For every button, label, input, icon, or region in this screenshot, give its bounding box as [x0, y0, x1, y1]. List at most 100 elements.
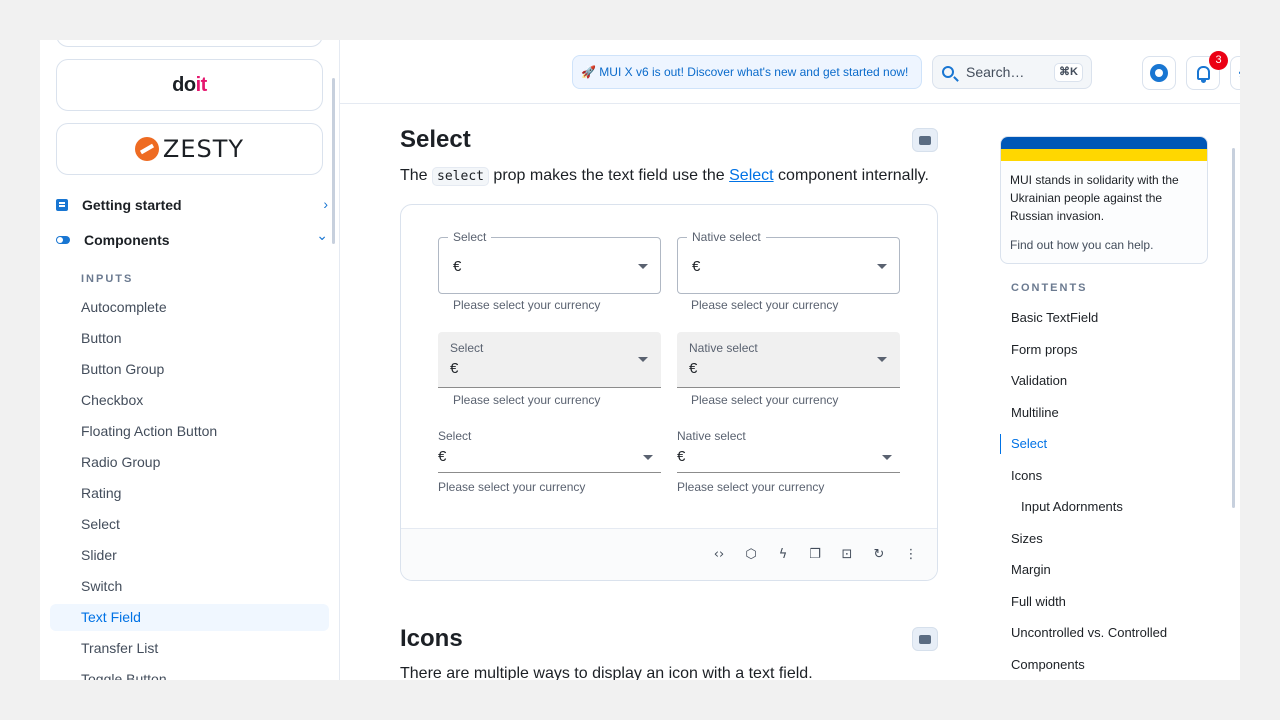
- gear-icon: [1239, 65, 1240, 81]
- helper-text: Please select your currency: [453, 393, 601, 407]
- sidebar-item-transfer-list[interactable]: Transfer List: [50, 635, 329, 662]
- code-select: select: [432, 167, 489, 186]
- table-of-contents: MUI stands in solidarity with the Ukrain…: [1000, 136, 1210, 672]
- sidebar-item-slider[interactable]: Slider: [50, 542, 329, 569]
- ukraine-flag-blue: [1001, 137, 1207, 149]
- field-value: €: [692, 258, 701, 275]
- field-value: €: [677, 448, 686, 465]
- search-icon: [942, 66, 954, 78]
- toc-item-components[interactable]: Components: [1000, 655, 1210, 681]
- toggle-icon: [56, 236, 70, 244]
- select-standard[interactable]: Select €: [438, 429, 661, 473]
- select-outlined[interactable]: Select €: [438, 230, 661, 294]
- sponsor-card-partial[interactable]: [56, 40, 323, 47]
- sidebar-scrollbar[interactable]: [332, 78, 335, 244]
- native-select-filled[interactable]: Native select €: [677, 332, 900, 388]
- helper-text: Please select your currency: [438, 480, 586, 494]
- sidebar: doit ZESTY Getting started › Components …: [40, 40, 340, 680]
- field-value: €: [453, 258, 462, 275]
- toc-item-full-width[interactable]: Full width: [1000, 592, 1210, 624]
- sponsor-doit[interactable]: doit: [56, 59, 323, 111]
- caret-down-icon: [638, 264, 648, 269]
- toc-item-uncontrolled-vs-controlled[interactable]: Uncontrolled vs. Controlled: [1000, 623, 1210, 655]
- toc-item-validation[interactable]: Validation: [1000, 371, 1210, 403]
- copy-icon[interactable]: ❐: [806, 545, 824, 563]
- chevron-down-icon: ⌄: [316, 227, 328, 243]
- sponsor-zesty[interactable]: ZESTY: [56, 123, 323, 175]
- caret-down-icon: [882, 455, 892, 460]
- top-header: 🚀 MUI X v6 is out! Discover what's new a…: [340, 40, 1240, 104]
- nav-section-getting-started[interactable]: Getting started ›: [56, 194, 328, 216]
- sidebar-item-rating[interactable]: Rating: [50, 480, 329, 507]
- select-link[interactable]: Select: [729, 167, 773, 184]
- select-filled[interactable]: Select €: [438, 332, 661, 388]
- toc-item-icons[interactable]: Icons: [1000, 466, 1210, 498]
- feedback-icon: [919, 634, 931, 644]
- bell-icon: [1196, 66, 1210, 83]
- page-scrollbar[interactable]: [1232, 148, 1235, 508]
- reset-icon[interactable]: ↻: [870, 545, 888, 563]
- docs-app: doit ZESTY Getting started › Components …: [40, 40, 1240, 680]
- github-button[interactable]: [1142, 56, 1176, 90]
- notifications-button[interactable]: 3: [1186, 51, 1228, 90]
- code-icon[interactable]: ‹›: [710, 545, 728, 563]
- more-icon[interactable]: ⋮: [902, 545, 920, 563]
- helper-text: Please select your currency: [677, 480, 825, 494]
- native-select-standard[interactable]: Native select €: [677, 429, 900, 473]
- icons-description: There are multiple ways to display an ic…: [400, 665, 813, 680]
- chevron-right-icon: ›: [323, 196, 328, 212]
- ukraine-link[interactable]: Find out how you can help.: [1010, 238, 1153, 252]
- toc-item-input-adornments[interactable]: Input Adornments: [1000, 497, 1210, 529]
- search-button[interactable]: Search… ⌘K: [932, 55, 1092, 89]
- contents-heading: CONTENTS: [1011, 282, 1088, 294]
- section-title-icons: Icons: [400, 625, 463, 652]
- announcement-banner[interactable]: 🚀 MUI X v6 is out! Discover what's new a…: [572, 55, 922, 89]
- nav-section-label: Getting started: [82, 197, 182, 213]
- feedback-button[interactable]: [912, 128, 938, 152]
- field-value: €: [450, 360, 459, 377]
- sidebar-item-radio-group[interactable]: Radio Group: [50, 449, 329, 476]
- toc-item-basic-textfield[interactable]: Basic TextField: [1000, 308, 1210, 340]
- helper-text: Please select your currency: [691, 298, 839, 312]
- helper-text: Please select your currency: [453, 298, 601, 312]
- toc-item-margin[interactable]: Margin: [1000, 560, 1210, 592]
- select-description: The select prop makes the text field use…: [400, 167, 929, 186]
- ukraine-card[interactable]: MUI stands in solidarity with the Ukrain…: [1000, 136, 1208, 264]
- caret-down-icon: [643, 455, 653, 460]
- field-value: €: [438, 448, 447, 465]
- bolt-icon[interactable]: ϟ: [774, 545, 792, 563]
- sidebar-item-text-field[interactable]: Text Field: [50, 604, 329, 631]
- ukraine-message: MUI stands in solidarity with the Ukrain…: [1010, 173, 1179, 223]
- field-label: Select: [450, 341, 484, 355]
- search-shortcut: ⌘K: [1054, 63, 1083, 82]
- sidebar-item-checkbox[interactable]: Checkbox: [50, 387, 329, 414]
- nav-heading-inputs: INPUTS: [81, 273, 134, 285]
- sidebar-item-toggle-button[interactable]: Toggle Button: [50, 666, 329, 680]
- sidebar-item-floating-action-button[interactable]: Floating Action Button: [50, 418, 329, 445]
- toc-item-sizes[interactable]: Sizes: [1000, 529, 1210, 561]
- feedback-button[interactable]: [912, 627, 938, 651]
- sidebar-item-button[interactable]: Button: [50, 325, 329, 352]
- sidebar-item-button-group[interactable]: Button Group: [50, 356, 329, 383]
- caret-down-icon: [638, 357, 648, 362]
- native-select-outlined[interactable]: Native select €: [677, 230, 900, 294]
- toc-item-form-props[interactable]: Form props: [1000, 340, 1210, 372]
- toc-item-select[interactable]: Select: [1000, 434, 1210, 454]
- screenshot-icon[interactable]: ⊡: [838, 545, 856, 563]
- sidebar-item-autocomplete[interactable]: Autocomplete: [50, 294, 329, 321]
- sidebar-item-switch[interactable]: Switch: [50, 573, 329, 600]
- sidebar-item-select[interactable]: Select: [50, 511, 329, 538]
- nav-section-components[interactable]: Components ⌄: [56, 227, 328, 251]
- settings-button[interactable]: [1230, 56, 1240, 90]
- field-label: Native select: [689, 341, 758, 355]
- sandbox-icon[interactable]: ⬡: [742, 545, 760, 563]
- ukraine-flag-yellow: [1001, 149, 1207, 161]
- helper-text: Please select your currency: [691, 393, 839, 407]
- search-placeholder: Search…: [966, 64, 1025, 80]
- caret-down-icon: [877, 357, 887, 362]
- notification-badge: 3: [1209, 51, 1228, 70]
- zesty-logo: ZESTY: [134, 135, 244, 163]
- demo-toolbar: ‹› ⬡ ϟ ❐ ⊡ ↻ ⋮: [401, 528, 937, 580]
- nav-list: Autocomplete Button Button Group Checkbo…: [50, 294, 329, 680]
- toc-item-multiline[interactable]: Multiline: [1000, 403, 1210, 435]
